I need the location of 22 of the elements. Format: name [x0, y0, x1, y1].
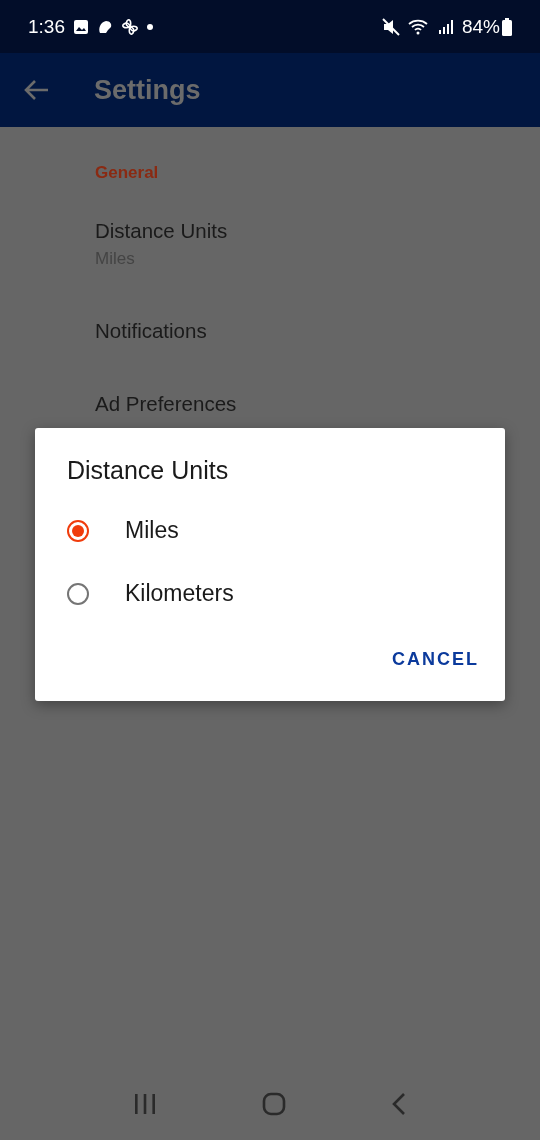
back-arrow-icon[interactable] — [24, 79, 50, 101]
recent-apps-icon[interactable] — [132, 1093, 157, 1115]
wifi-icon — [407, 17, 430, 36]
signal-icon — [437, 18, 454, 35]
option-label[interactable]: Miles — [125, 517, 179, 544]
home-icon[interactable] — [262, 1092, 286, 1116]
radio-button[interactable] — [67, 519, 89, 542]
radio-button[interactable] — [67, 582, 89, 605]
dialog-title: Distance Units — [67, 456, 230, 485]
section-header: General — [95, 163, 160, 183]
cancel-button[interactable]: CANCEL — [392, 645, 479, 674]
image-icon — [73, 18, 89, 35]
mute-icon — [381, 17, 400, 36]
battery-icon — [502, 17, 512, 36]
pinwheel-icon — [121, 17, 139, 36]
status-time: 1:36 — [28, 15, 65, 38]
dot-icon — [147, 23, 153, 30]
back-icon[interactable] — [391, 1092, 408, 1116]
option-label[interactable]: Kilometers — [125, 580, 234, 607]
battery-percent: 84% — [461, 15, 500, 38]
page-title: Settings — [94, 74, 201, 106]
app-icon — [97, 18, 113, 35]
